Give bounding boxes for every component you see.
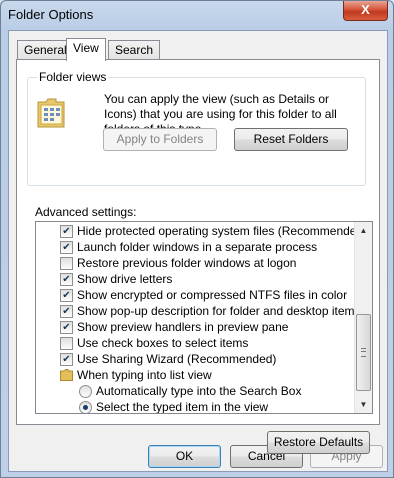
reset-folders-button[interactable]: Reset Folders — [234, 128, 348, 151]
close-button[interactable]: X — [343, 1, 388, 21]
folder-views-group: Folder views You can apply the view (suc… — [27, 70, 366, 186]
folder-view-icon — [37, 98, 65, 128]
window-title: Folder Options — [8, 7, 94, 22]
scroll-down-arrow-icon[interactable]: ▼ — [355, 396, 372, 413]
advanced-settings-tree[interactable]: ✔ Hide protected operating system files … — [35, 221, 373, 414]
ok-button[interactable]: OK — [148, 445, 221, 468]
radio-button[interactable] — [79, 385, 92, 398]
restore-defaults-button[interactable]: Restore Defaults — [267, 431, 370, 454]
tab-view[interactable]: View — [66, 38, 106, 61]
scroll-thumb[interactable] — [356, 314, 371, 391]
advanced-settings-label: Advanced settings: — [35, 205, 137, 219]
checkbox[interactable]: ✔ — [60, 225, 73, 238]
title-bar[interactable]: Folder Options X — [1, 1, 393, 29]
checkbox[interactable] — [60, 337, 73, 350]
apply-to-folders-button[interactable]: Apply to Folders — [103, 128, 217, 151]
folder-options-window: Folder Options X General View Search Fol… — [0, 0, 394, 478]
checkbox[interactable]: ✔ — [60, 321, 73, 334]
folder-icon — [60, 369, 73, 381]
scroll-up-arrow-icon[interactable]: ▲ — [355, 222, 372, 239]
checkbox[interactable]: ✔ — [60, 289, 73, 302]
radio-button[interactable] — [79, 401, 92, 413]
folder-views-legend: Folder views — [37, 70, 109, 84]
checkbox[interactable]: ✔ — [60, 273, 73, 286]
dialog-client: General View Search Folder views You can… — [8, 30, 388, 472]
checkbox[interactable] — [60, 257, 73, 270]
checkbox[interactable]: ✔ — [60, 305, 73, 318]
view-tab-panel: Folder views You can apply the view (suc… — [16, 59, 380, 454]
vertical-scrollbar[interactable]: ▲ ▼ — [354, 222, 372, 413]
checkbox[interactable]: ✔ — [60, 353, 73, 366]
checkbox[interactable]: ✔ — [60, 241, 73, 254]
tab-search[interactable]: Search — [108, 40, 161, 59]
close-icon: X — [361, 2, 370, 17]
